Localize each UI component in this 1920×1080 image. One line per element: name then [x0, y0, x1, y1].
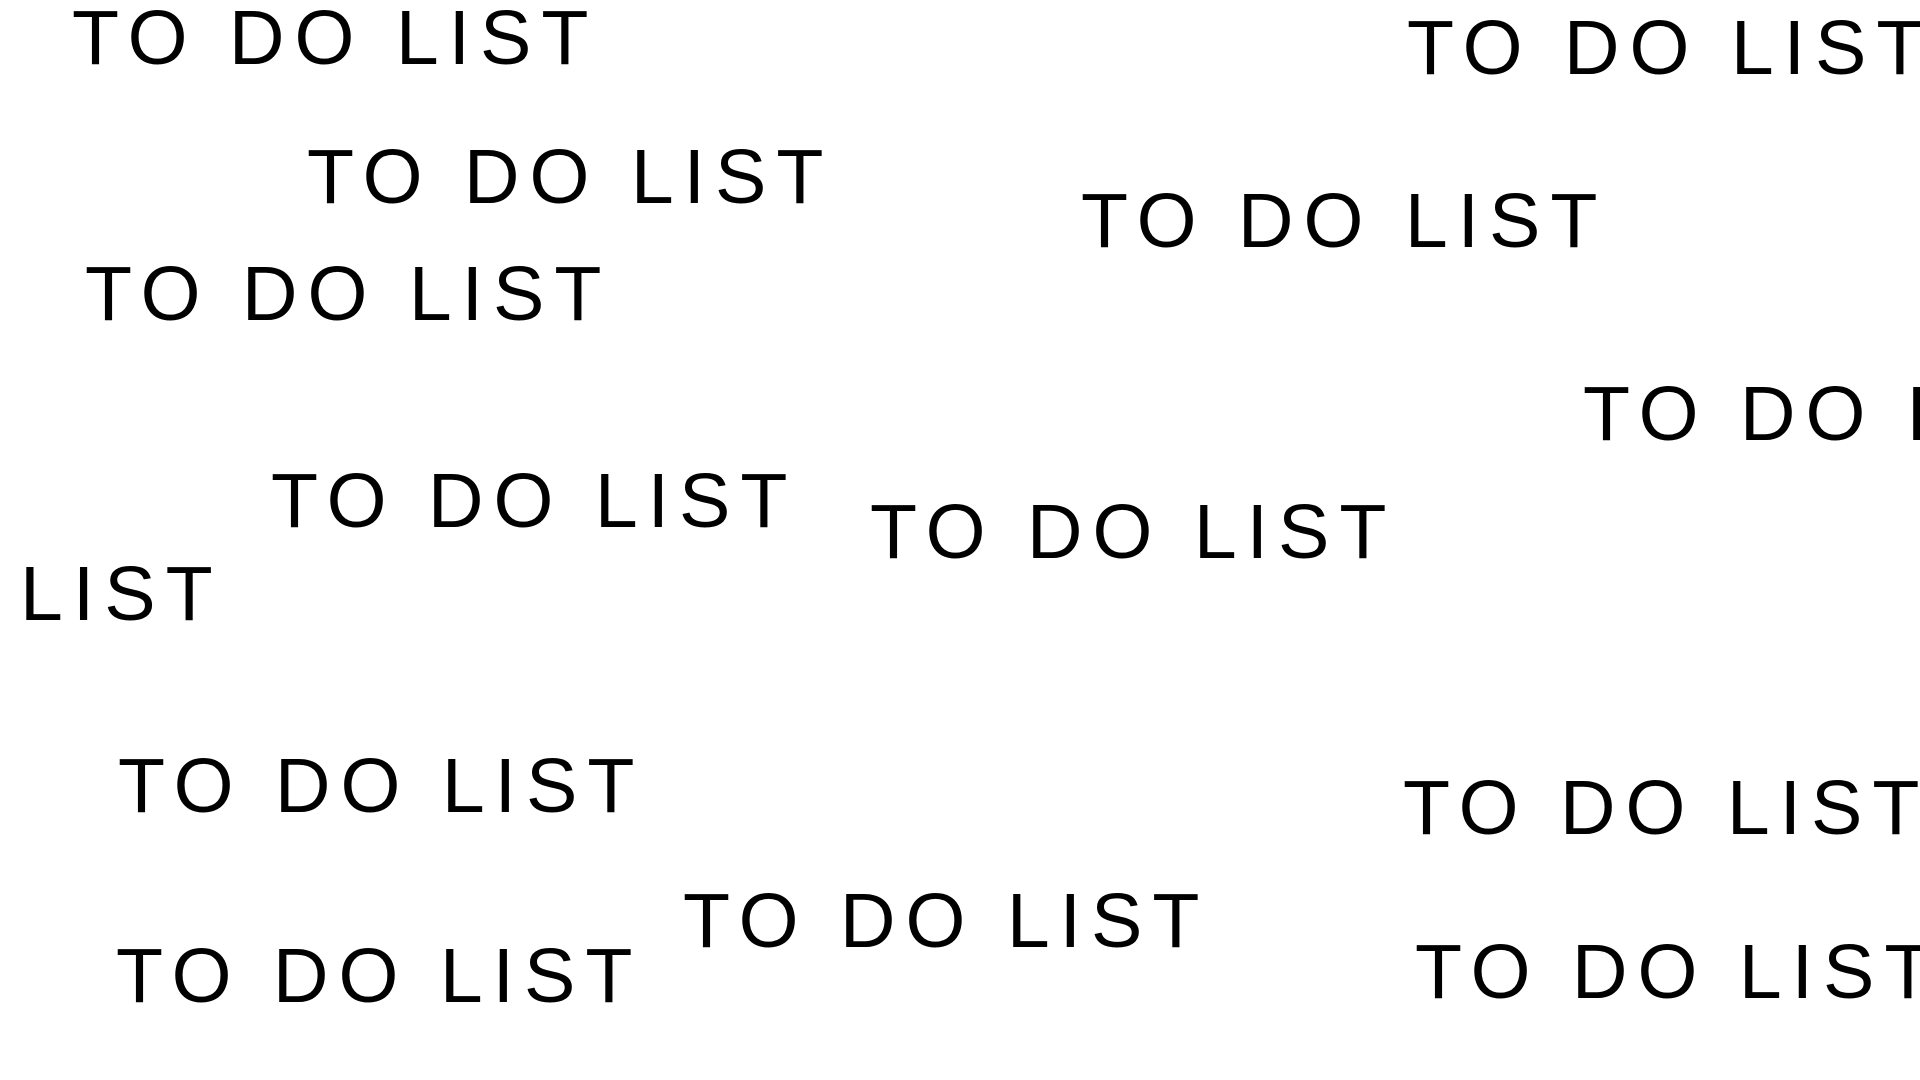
to-do-list-text: TO DO LIST: [116, 933, 643, 1019]
to-do-list-text: TO DO LIST: [307, 134, 834, 220]
to-do-list-text: TO DO LIST: [118, 743, 645, 829]
to-do-list-text: TO DO LIST: [1081, 178, 1608, 264]
to-do-list-text: TO DO LIST: [1403, 765, 1920, 851]
to-do-list-text: TO DO LIST: [85, 251, 612, 337]
to-do-list-text: TO DO LIST: [683, 878, 1210, 964]
pattern-canvas: TO DO LIST TO DO LIST TO DO LIST TO DO L…: [0, 0, 1920, 1080]
list-text: LIST: [20, 551, 223, 637]
to-do-list-text: TO DO LIST: [870, 489, 1397, 575]
to-do-list-text: TO DO LIST: [72, 0, 599, 81]
to-do-list-text: TO DO LIST: [1415, 929, 1920, 1015]
to-do-list-text: TO DO LIST: [1583, 371, 1920, 457]
to-do-list-text: TO DO LIST: [271, 458, 798, 544]
to-do-list-text: TO DO LIST: [1407, 5, 1920, 91]
